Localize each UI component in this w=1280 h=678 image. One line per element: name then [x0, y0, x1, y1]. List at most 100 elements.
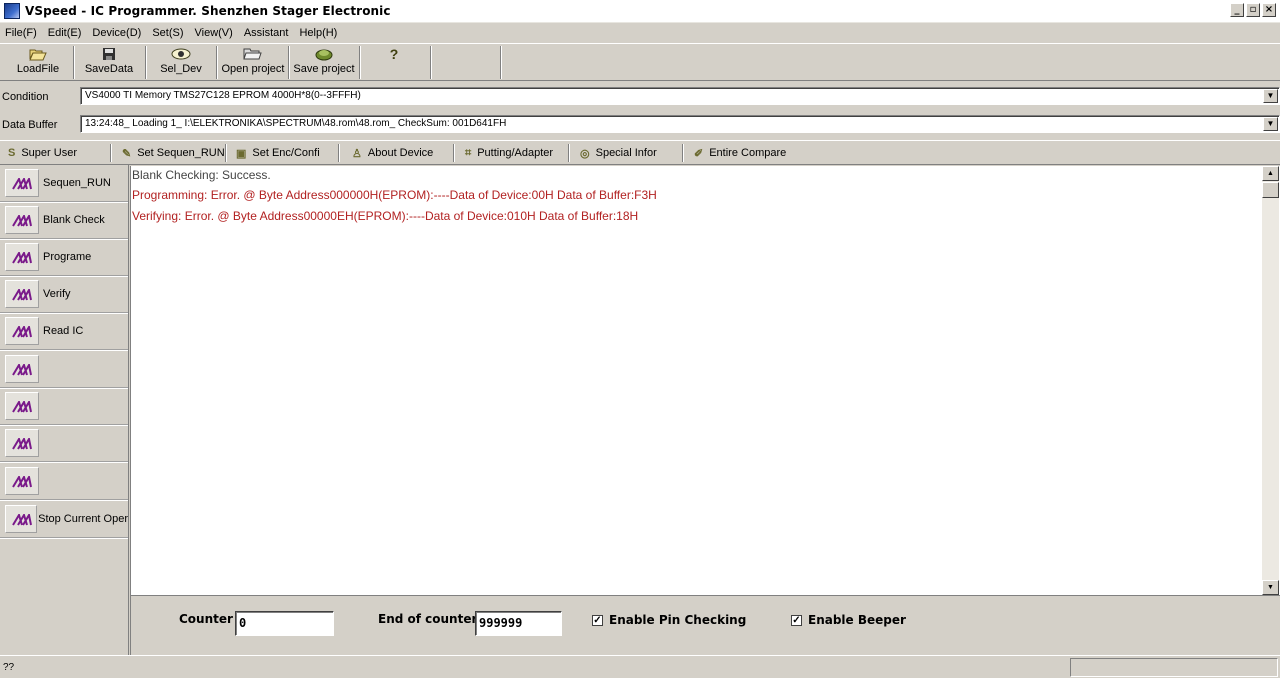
toolbar-separator	[145, 46, 147, 79]
tab-label: Set Sequen_RUN	[137, 147, 225, 159]
tab-label: Special Infor	[595, 147, 657, 159]
run-icon	[5, 317, 39, 345]
menu-assistant[interactable]: Assistant	[244, 27, 289, 39]
sequen-run-button[interactable]: Sequen_RUN	[0, 165, 128, 203]
end-of-counter-label: End of counter	[378, 612, 478, 626]
beeper-checkbox[interactable]: ✓	[791, 615, 802, 626]
load-file-button[interactable]: LoadFile	[14, 45, 62, 80]
load-file-label: LoadFile	[16, 63, 60, 75]
data-buffer-label: Data Buffer	[2, 119, 58, 131]
status-text: ??	[3, 662, 15, 673]
empty-op-button[interactable]	[0, 463, 128, 501]
tab-separator	[225, 144, 227, 162]
scroll-down-icon[interactable]: ▼	[1262, 580, 1279, 595]
end-of-counter-field[interactable]: 999999	[475, 611, 562, 636]
operations-panel: Sequen_RUN Blank Check Programe Verify R…	[0, 165, 129, 655]
tab-label: Entire Compare	[709, 147, 787, 159]
tab-separator	[453, 144, 455, 162]
menu-bar: File(F) Edit(E) Device(D) Set(S) View(V)…	[0, 23, 1280, 43]
run-icon	[5, 429, 39, 457]
help-button[interactable]: ?	[382, 45, 406, 80]
window-controls: _ ▫ ×	[1230, 3, 1276, 17]
tab-separator	[682, 144, 684, 162]
run-icon	[5, 243, 39, 271]
pin-checking-checkbox[interactable]: ✓	[592, 615, 603, 626]
menu-device[interactable]: Device(D)	[92, 27, 141, 39]
data-buffer-value: 13:24:48_ Loading 1_ I:\ELEKTRONIKA\SPEC…	[85, 118, 507, 129]
tab-separator	[110, 144, 112, 162]
tab-about-device[interactable]: ♙ About Device	[352, 141, 433, 165]
tab-label: About Device	[367, 147, 434, 159]
scroll-thumb[interactable]	[1262, 182, 1279, 198]
tab-set-sequen-run[interactable]: ✎ Set Sequen_RUN	[122, 141, 225, 165]
op-label: Read IC	[43, 325, 84, 337]
open-project-icon	[243, 45, 263, 63]
scroll-up-icon[interactable]: ▲	[1262, 166, 1279, 181]
run-icon	[5, 355, 39, 383]
save-data-button[interactable]: SaveData	[82, 45, 136, 80]
read-ic-button[interactable]: Read IC	[0, 313, 128, 351]
pin-checking-label: Enable Pin Checking	[609, 613, 747, 627]
select-device-label: Sel_Dev	[160, 63, 202, 75]
menu-edit[interactable]: Edit(E)	[48, 27, 82, 39]
chevron-down-icon[interactable]: ▼	[1263, 89, 1278, 103]
toolbar-separator	[73, 46, 75, 79]
op-label: Verify	[43, 288, 71, 300]
folder-open-icon	[29, 45, 47, 63]
device-icon: ♙	[352, 147, 362, 160]
adapter-icon: ⌗	[465, 146, 472, 159]
config-icon: ▣	[236, 147, 247, 160]
menu-help[interactable]: Help(H)	[299, 27, 337, 39]
tab-putting-adapter[interactable]: ⌗ Putting/Adapter	[465, 141, 553, 165]
tab-set-enc-confi[interactable]: ▣ Set Enc/Confi	[236, 141, 320, 165]
save-project-button[interactable]: Save project	[292, 45, 356, 80]
empty-op-button[interactable]	[0, 425, 128, 463]
condition-value: VS4000 TI Memory TMS27C128 EPROM 4000H*8…	[85, 90, 361, 101]
empty-op-button[interactable]	[0, 351, 128, 389]
save-data-label: SaveData	[84, 63, 134, 75]
chevron-down-icon[interactable]: ▼	[1263, 117, 1278, 131]
select-device-button[interactable]: Sel_Dev	[154, 45, 208, 80]
status-pane	[1070, 658, 1278, 677]
window-title: VSpeed - IC Programmer. Shenzhen Stager …	[25, 4, 391, 18]
menu-view[interactable]: View(V)	[195, 27, 233, 39]
op-label: Sequen_RUN	[43, 177, 111, 189]
open-project-button[interactable]: Open project	[220, 45, 286, 80]
condition-combo[interactable]: VS4000 TI Memory TMS27C128 EPROM 4000H*8…	[80, 87, 1280, 105]
tab-label: Set Enc/Confi	[252, 147, 320, 159]
blank-check-button[interactable]: Blank Check	[0, 202, 128, 240]
tab-special-infor[interactable]: ◎ Special Infor	[580, 141, 657, 165]
menu-set[interactable]: Set(S)	[152, 27, 183, 39]
stop-current-oper-button[interactable]: Stop Current Oper	[0, 501, 128, 539]
question-icon: ?	[389, 46, 399, 62]
tab-separator	[338, 144, 340, 162]
op-label: Blank Check	[43, 214, 105, 226]
compare-icon: ✐	[694, 147, 704, 160]
restore-button[interactable]: ▫	[1246, 3, 1260, 17]
log-line: Verifying: Error. @ Byte Address00000EH(…	[132, 209, 639, 223]
op-label: Programe	[43, 251, 92, 263]
tab-separator	[568, 144, 570, 162]
run-icon	[5, 280, 39, 308]
verify-button[interactable]: Verify	[0, 276, 128, 314]
toolbar-separator	[500, 46, 502, 79]
log-output[interactable]: Blank Checking: Success. Programming: Er…	[130, 166, 1280, 595]
programe-button[interactable]: Programe	[0, 239, 128, 277]
floppy-disk-icon	[102, 45, 116, 63]
menu-file[interactable]: File(F)	[5, 27, 37, 39]
app-icon	[4, 3, 20, 19]
data-buffer-combo[interactable]: 13:24:48_ Loading 1_ I:\ELEKTRONIKA\SPEC…	[80, 115, 1280, 133]
toolbar-separator	[359, 46, 361, 79]
function-tabs: S Super User ✎ Set Sequen_RUN ▣ Set Enc/…	[0, 140, 1280, 165]
minimize-button[interactable]: _	[1230, 3, 1244, 17]
tab-super-user[interactable]: S Super User	[8, 141, 77, 165]
close-button[interactable]: ×	[1262, 3, 1276, 17]
eye-icon	[171, 45, 191, 63]
info-icon: ◎	[580, 147, 590, 160]
toolbar-separator	[216, 46, 218, 79]
counter-field[interactable]: 0	[235, 611, 334, 636]
log-scrollbar[interactable]: ▲ ▼	[1262, 166, 1279, 595]
save-project-icon	[314, 45, 334, 63]
empty-op-button[interactable]	[0, 388, 128, 426]
tab-entire-compare[interactable]: ✐ Entire Compare	[694, 141, 786, 165]
